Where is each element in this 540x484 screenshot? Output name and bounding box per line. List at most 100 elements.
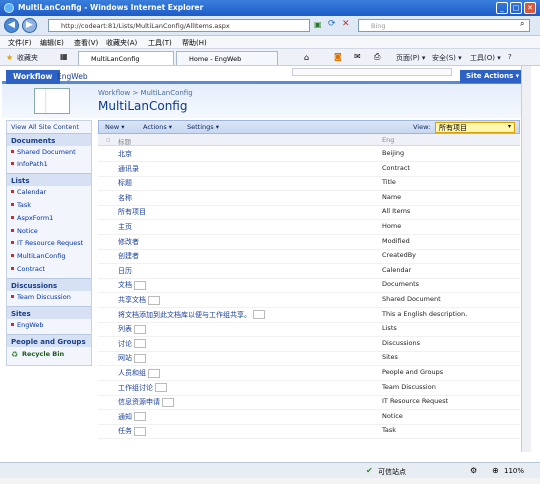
cell-title[interactable]: 网站 <box>118 353 146 363</box>
table-row[interactable]: 所有项目 All Items <box>98 205 520 221</box>
cell-title[interactable]: 日历 <box>118 266 132 276</box>
nav-item-calendar[interactable]: Calendar <box>10 188 46 196</box>
edit-menu-box[interactable] <box>162 397 174 407</box>
nav-item-aspxform1[interactable]: AspxForm1 <box>10 214 53 222</box>
menu-view[interactable]: 查看(V) <box>74 38 98 48</box>
menu-file[interactable]: 文件(F) <box>8 38 32 48</box>
table-row[interactable]: 将文档添加到此文档库以便与工作组共享。 This a English descri… <box>98 308 520 323</box>
favorites-star-icon[interactable]: ★ <box>6 53 13 62</box>
page-menu[interactable]: 页面(P) ▾ <box>396 53 425 63</box>
menu-help[interactable]: 帮助(H) <box>182 38 207 48</box>
table-row[interactable]: 人员和组 People and Groups <box>98 366 520 381</box>
table-row[interactable]: 工作组讨论 Team Discussion <box>98 381 520 396</box>
safety-menu[interactable]: 安全(S) ▾ <box>432 53 462 63</box>
cell-title[interactable]: 名称 <box>118 193 132 203</box>
edit-menu-box[interactable] <box>155 383 167 393</box>
cell-title[interactable]: 北京 <box>118 149 132 159</box>
cell-title[interactable]: 将文档添加到此文档库以便与工作组共享。 <box>118 310 265 320</box>
table-row[interactable]: 网站 Sites <box>98 351 520 367</box>
table-row[interactable]: 文档 Documents <box>98 278 520 294</box>
cell-title[interactable]: 共享文档 <box>118 295 160 305</box>
edit-menu-box[interactable] <box>134 280 146 290</box>
view-all-site-content-link[interactable]: View All Site Content <box>11 123 79 131</box>
table-row[interactable]: 创建者 CreatedBy <box>98 249 520 265</box>
cell-title[interactable]: 文档 <box>118 280 146 290</box>
table-row[interactable]: 北京 Beijing <box>98 147 520 162</box>
table-row[interactable]: 主页 Home <box>98 220 520 235</box>
edit-menu-box[interactable] <box>148 368 160 378</box>
vertical-scrollbar[interactable] <box>521 66 531 452</box>
nav-item-contract[interactable]: Contract <box>11 265 45 273</box>
edit-menu-box[interactable] <box>134 339 146 349</box>
table-row[interactable]: 通知 Notice <box>98 410 520 425</box>
tab-multilanconfig[interactable]: MultiLanConfig <box>78 51 174 65</box>
cell-title[interactable]: 主页 <box>118 222 132 232</box>
column-header-eng[interactable]: Eng <box>382 136 394 144</box>
nav-item-multilanconfig[interactable]: MultiLanConfig <box>10 252 65 260</box>
table-row[interactable]: 修改者 Modified <box>98 235 520 250</box>
table-row[interactable]: 名称 Name <box>98 191 520 206</box>
table-row[interactable]: 信息资源申请 IT Resource Request <box>98 395 520 411</box>
nav-section-sites[interactable]: Sites <box>7 306 91 319</box>
nav-item-notice[interactable]: Notice <box>11 227 38 235</box>
table-row[interactable]: 通讯录 Contract <box>98 162 520 177</box>
table-row[interactable]: 任务 Task <box>98 424 520 440</box>
forward-button[interactable]: ▶ <box>22 18 37 33</box>
edit-menu-box[interactable] <box>134 324 146 334</box>
stop-icon[interactable]: ✕ <box>342 19 350 29</box>
cell-title[interactable]: 所有项目 <box>118 207 146 217</box>
column-header-title[interactable]: 标题 <box>118 136 131 146</box>
nav-section-documents[interactable]: Documents <box>7 133 91 146</box>
recycle-bin-link[interactable]: Recycle Bin <box>22 350 64 358</box>
edit-menu-box[interactable] <box>148 295 160 305</box>
cell-title[interactable]: 任务 <box>118 426 146 436</box>
nav-item-shared-document[interactable]: Shared Document <box>11 148 76 156</box>
edit-menu-box[interactable] <box>253 310 265 320</box>
edit-menu-box[interactable] <box>134 426 146 436</box>
menu-favorites[interactable]: 收藏夹(A) <box>106 38 137 48</box>
table-row[interactable]: 日历 Calendar <box>98 264 520 279</box>
settings-menu[interactable]: Settings ▾ <box>187 123 219 131</box>
table-row[interactable]: 共享文档 Shared Document <box>98 293 520 308</box>
close-button[interactable]: ✕ <box>524 2 536 14</box>
top-search-box[interactable] <box>292 68 452 76</box>
nav-section-people-and-groups[interactable]: People and Groups <box>7 334 91 347</box>
actions-menu[interactable]: Actions ▾ <box>143 123 172 131</box>
edit-menu-box[interactable] <box>134 353 146 363</box>
new-menu[interactable]: New ▾ <box>105 123 125 131</box>
cell-title[interactable]: 信息资源申请 <box>118 397 174 407</box>
back-button[interactable]: ◀ <box>4 18 19 33</box>
nav-item-it-resource-request[interactable]: IT Resource Request <box>10 239 83 247</box>
menu-tools[interactable]: 工具(T) <box>148 38 172 48</box>
nav-item-team-discussion[interactable]: Team Discussion <box>11 293 71 301</box>
home-icon[interactable]: ⌂ <box>304 53 309 62</box>
search-icon[interactable]: ⌕ <box>520 19 524 29</box>
cell-title[interactable]: 通知 <box>118 412 146 422</box>
site-actions-button[interactable]: Site Actions ▾ <box>460 70 526 83</box>
view-selector[interactable]: 所有项目 ▾ <box>435 122 515 133</box>
nav-item-infopath1[interactable]: InfoPath1 <box>11 160 48 168</box>
cell-title[interactable]: 修改者 <box>118 237 139 247</box>
table-row[interactable]: 列表 Lists <box>98 322 520 338</box>
cell-title[interactable]: 通讯录 <box>118 164 139 174</box>
table-row[interactable]: 标题 Title <box>98 176 520 192</box>
cell-title[interactable]: 创建者 <box>118 251 139 261</box>
cell-title[interactable]: 人员和组 <box>118 368 160 378</box>
table-row[interactable]: 讨论 Discussions <box>98 337 520 352</box>
cell-title[interactable]: 列表 <box>118 324 146 334</box>
nav-item-engweb[interactable]: EngWeb <box>11 321 44 329</box>
url-input[interactable]: http://codeart:81/Lists/MultiLanConfig/A… <box>48 19 310 32</box>
compat-icon[interactable]: ▣ <box>314 20 322 29</box>
favorites-label[interactable]: 收藏夹 <box>17 53 38 63</box>
zoom-level[interactable]: 110% <box>504 467 524 475</box>
zoom-icon[interactable]: ⊕ <box>492 466 499 475</box>
nav-section-lists[interactable]: Lists <box>7 173 91 186</box>
tab-list-icon[interactable]: ▦ <box>60 52 68 61</box>
nav-item-task[interactable]: Task <box>10 201 31 209</box>
nav-section-discussions[interactable]: Discussions <box>7 278 91 291</box>
search-input[interactable]: Bing <box>358 19 530 32</box>
breadcrumb[interactable]: Workflow > MultiLanConfig <box>98 89 193 97</box>
menu-edit[interactable]: 编辑(E) <box>40 38 64 48</box>
tab-engweb[interactable]: EngWeb <box>50 70 95 84</box>
cell-title[interactable]: 标题 <box>118 178 132 188</box>
